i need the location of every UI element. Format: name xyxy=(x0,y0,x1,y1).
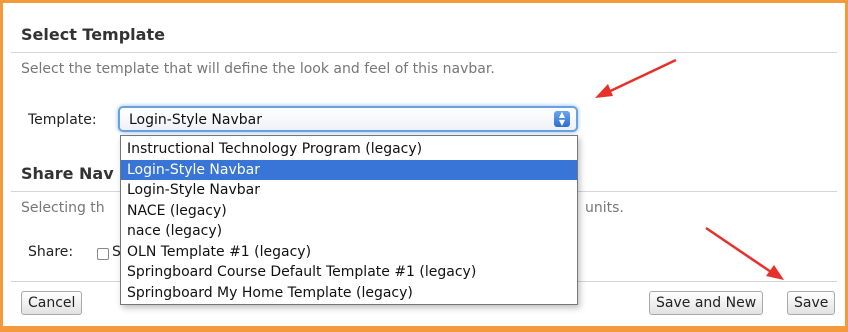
share-description: Selecting th xyxy=(21,200,105,216)
divider xyxy=(11,52,837,53)
select-template-heading: Select Template xyxy=(21,25,165,44)
dropdown-option[interactable]: Login-Style Navbar xyxy=(121,180,577,201)
save-and-new-button[interactable]: Save and New xyxy=(649,291,764,315)
share-label: Share: xyxy=(28,244,74,260)
dropdown-option[interactable]: NACE (legacy) xyxy=(121,201,577,222)
dropdown-option[interactable]: nace (legacy) xyxy=(121,221,577,242)
cancel-button[interactable]: Cancel xyxy=(21,291,83,315)
template-dropdown-list[interactable]: Instructional Technology Program (legacy… xyxy=(120,135,578,305)
share-checkbox[interactable] xyxy=(97,248,109,260)
select-template-description: Select the template that will define the… xyxy=(21,61,495,77)
template-select-value: Login-Style Navbar xyxy=(129,112,262,128)
select-arrows-icon: ▲ ▼ xyxy=(554,111,570,127)
share-navbar-heading: Share Nav xyxy=(21,164,114,183)
share-description-tail: units. xyxy=(585,200,624,216)
dropdown-option[interactable]: Instructional Technology Program (legacy… xyxy=(121,139,577,160)
dropdown-option[interactable]: Springboard Course Default Template #1 (… xyxy=(121,262,577,283)
template-label: Template: xyxy=(28,112,97,128)
dropdown-option[interactable]: OLN Template #1 (legacy) xyxy=(121,242,577,263)
template-select[interactable]: Login-Style Navbar ▲ ▼ xyxy=(118,106,578,132)
dropdown-option[interactable]: Springboard My Home Template (legacy) xyxy=(121,283,577,304)
dropdown-option-highlighted[interactable]: Login-Style Navbar xyxy=(121,159,577,180)
save-button[interactable]: Save xyxy=(787,291,836,315)
